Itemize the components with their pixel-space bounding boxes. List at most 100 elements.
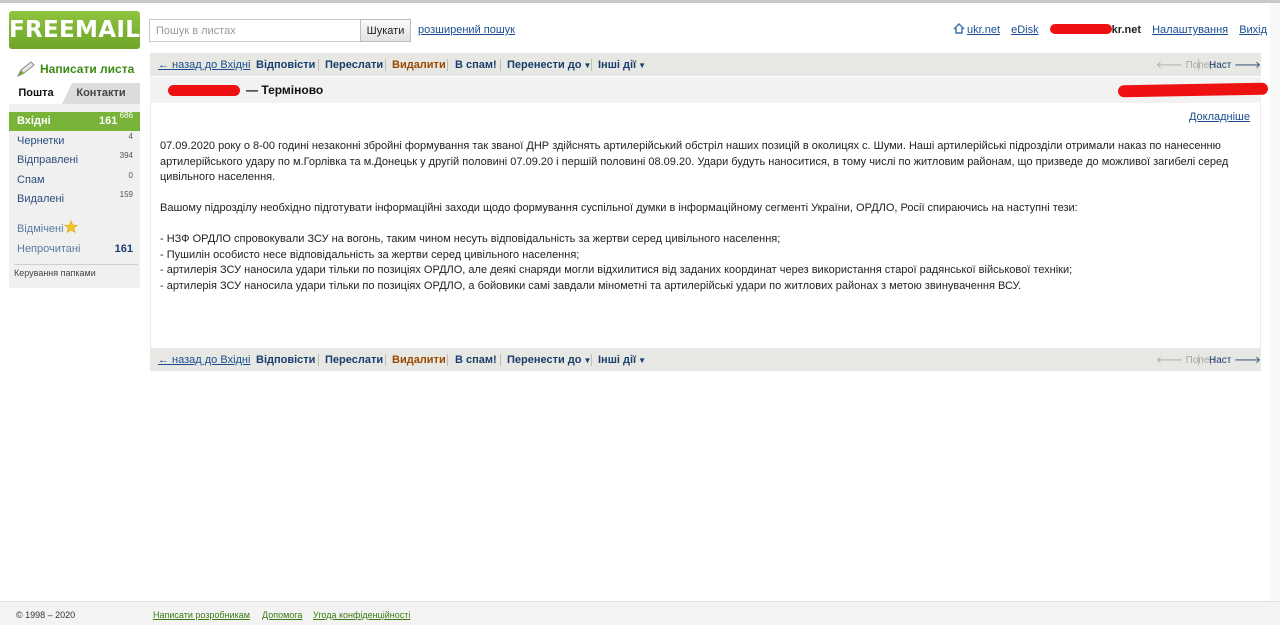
spam-button[interactable]: В спам! [455,354,497,366]
move-to-label: Перенести до [507,59,582,71]
sidebar-item-starred[interactable]: Відмічені [9,220,140,239]
toolbar-divider [385,59,386,71]
prev-message-button[interactable]: 🡐 Попер [1156,59,1215,71]
logout-link[interactable]: Вихід [1239,24,1267,36]
arrow-left-icon: 🡐 [1156,60,1186,71]
sidebar-item-spam[interactable]: Спам 0 [9,171,140,190]
arrow-right-icon: 🡒 [1231,60,1261,71]
folder-total-count: 159 [119,190,133,199]
forward-button[interactable]: Переслати [325,354,383,366]
sidebar-item-deleted[interactable]: Видалені 159 [9,190,140,209]
settings-link[interactable]: Налаштування [1152,24,1228,36]
folder-total-count: 4 [128,132,133,141]
delete-button[interactable]: Видалити [392,59,446,71]
help-link[interactable]: Допомога [262,610,302,620]
sidebar-item-drafts[interactable]: Чернетки 4 [9,132,140,151]
move-to-dropdown[interactable]: Перенести до ▼ [507,354,591,366]
scrollbar-track[interactable] [1270,3,1280,601]
redacted-date [1117,82,1269,98]
footer: © 1998 – 2020 Написати розробникам Допом… [0,601,1280,625]
search-input[interactable] [149,19,361,42]
next-message-button[interactable]: Наст 🡒 [1209,59,1261,71]
next-message-button[interactable]: Наст 🡒 [1209,354,1261,366]
search-button[interactable]: Шукати [360,19,411,42]
next-label: Наст [1209,60,1232,71]
folder-total-count: 686 [119,111,133,120]
home-icon[interactable] [953,23,965,34]
other-actions-label: Інші дії [598,59,637,71]
tab-contacts[interactable]: Контакти [62,83,140,104]
toolbar-divider [1198,59,1199,71]
message-bullet: - артилерія ЗСУ наносила удари тільки по… [160,279,1022,292]
chevron-down-icon: ▼ [638,61,647,70]
manage-folders-link[interactable]: Керування папками [14,268,96,278]
compose-label[interactable]: Написати листа [40,62,134,76]
reply-button[interactable]: Відповісти [256,59,315,71]
toolbar-divider [591,354,592,366]
message-body: 07.09.2020 року о 8-00 годині незаконні … [160,139,1245,294]
folder-name: Непрочитані [17,243,81,255]
message-bullet: - артилерія ЗСУ наносила удари тільки по… [160,264,1073,276]
details-link[interactable]: Докладніше [1189,111,1250,123]
tab-mail[interactable]: Пошта [9,83,63,104]
delete-button[interactable]: Видалити [392,354,446,366]
top-navigation: ukr.net eDisk kr.net Налаштування Вихід [953,23,1275,36]
folder-total-count: 0 [128,171,133,180]
arrow-left-icon: 🡐 [1156,355,1186,366]
forward-button[interactable]: Переслати [325,59,383,71]
message-bullet: - НЗФ ОРДЛО спровокували ЗСУ на вогонь, … [160,233,781,245]
sidebar-item-unread[interactable]: Непрочитані 161 [9,240,140,259]
folder-total-count: 394 [119,151,133,160]
unread-total-count: 161 [114,243,133,255]
privacy-link[interactable]: Угода конфіденційності [313,610,410,620]
chevron-down-icon: ▼ [638,356,647,365]
folder-name: Відмічені [17,223,64,235]
folder-name: Чернетки [17,135,65,147]
toolbar-divider [591,59,592,71]
prev-message-button[interactable]: 🡐 Попер [1156,354,1215,366]
back-to-inbox-link[interactable]: ← назад до Вхідні [158,354,250,366]
sidebar: Вхідні 161 686 Чернетки 4 Відправлені 39… [9,104,140,288]
contact-developers-link[interactable]: Написати розробникам [153,610,250,620]
other-actions-dropdown[interactable]: Інші дії ▼ [598,59,646,71]
message-body-panel: Докладніше 07.09.2020 року о 8-00 годині… [150,103,1261,348]
freemail-logo[interactable]: FREEMAIL [9,11,140,49]
sidebar-divider [14,264,138,265]
arrow-right-icon: 🡒 [1231,355,1261,366]
sidebar-item-inbox[interactable]: Вхідні 161 686 [9,111,140,131]
ukrnet-home-link[interactable]: ukr.net [967,24,1000,36]
message-subject: — Терміново [246,83,324,97]
toolbar-divider [447,59,448,71]
message-bullet: - Пушилін особисто несе відповідальність… [160,248,580,261]
toolbar-divider [500,354,501,366]
sidebar-item-sent[interactable]: Відправлені 394 [9,151,140,170]
move-to-label: Перенести до [507,354,582,366]
message-header: — Терміново [150,77,1269,103]
advanced-search-link[interactable]: розширений пошук [418,24,515,36]
other-actions-dropdown[interactable]: Інші дії ▼ [598,354,646,366]
toolbar-divider [1198,354,1199,366]
back-to-inbox-link[interactable]: ← назад до Вхідні [158,59,250,71]
pen-icon [16,61,35,78]
spam-button[interactable]: В спам! [455,59,497,71]
toolbar-divider [318,354,319,366]
star-icon [64,220,78,234]
move-to-dropdown[interactable]: Перенести до ▼ [507,59,591,71]
folder-name: Спам [17,174,45,186]
next-label: Наст [1209,355,1232,366]
compose-button[interactable]: Написати листа [16,60,134,78]
window-top-edge [0,0,1280,3]
folder-name: Видалені [17,193,65,205]
redacted-username [1049,24,1112,34]
reply-button[interactable]: Відповісти [256,354,315,366]
other-actions-label: Інші дії [598,354,637,366]
copyright: © 1998 – 2020 [16,610,76,620]
user-account[interactable]: kr.net [1112,24,1141,36]
folder-unread-count: 161 [99,115,118,127]
folder-name: Відправлені [17,154,79,166]
message-toolbar-bottom: ← назад до Вхідні Відповісти Переслати В… [150,348,1261,371]
message-bullet-list: - НЗФ ОРДЛО спровокували ЗСУ на вогонь, … [160,232,1245,294]
message-paragraph: Вашому підрозділу необхідно підготувати … [160,202,1078,214]
message-toolbar-top: ← назад до Вхідні Відповісти Переслати В… [150,53,1261,76]
edisk-link[interactable]: eDisk [1011,24,1039,36]
